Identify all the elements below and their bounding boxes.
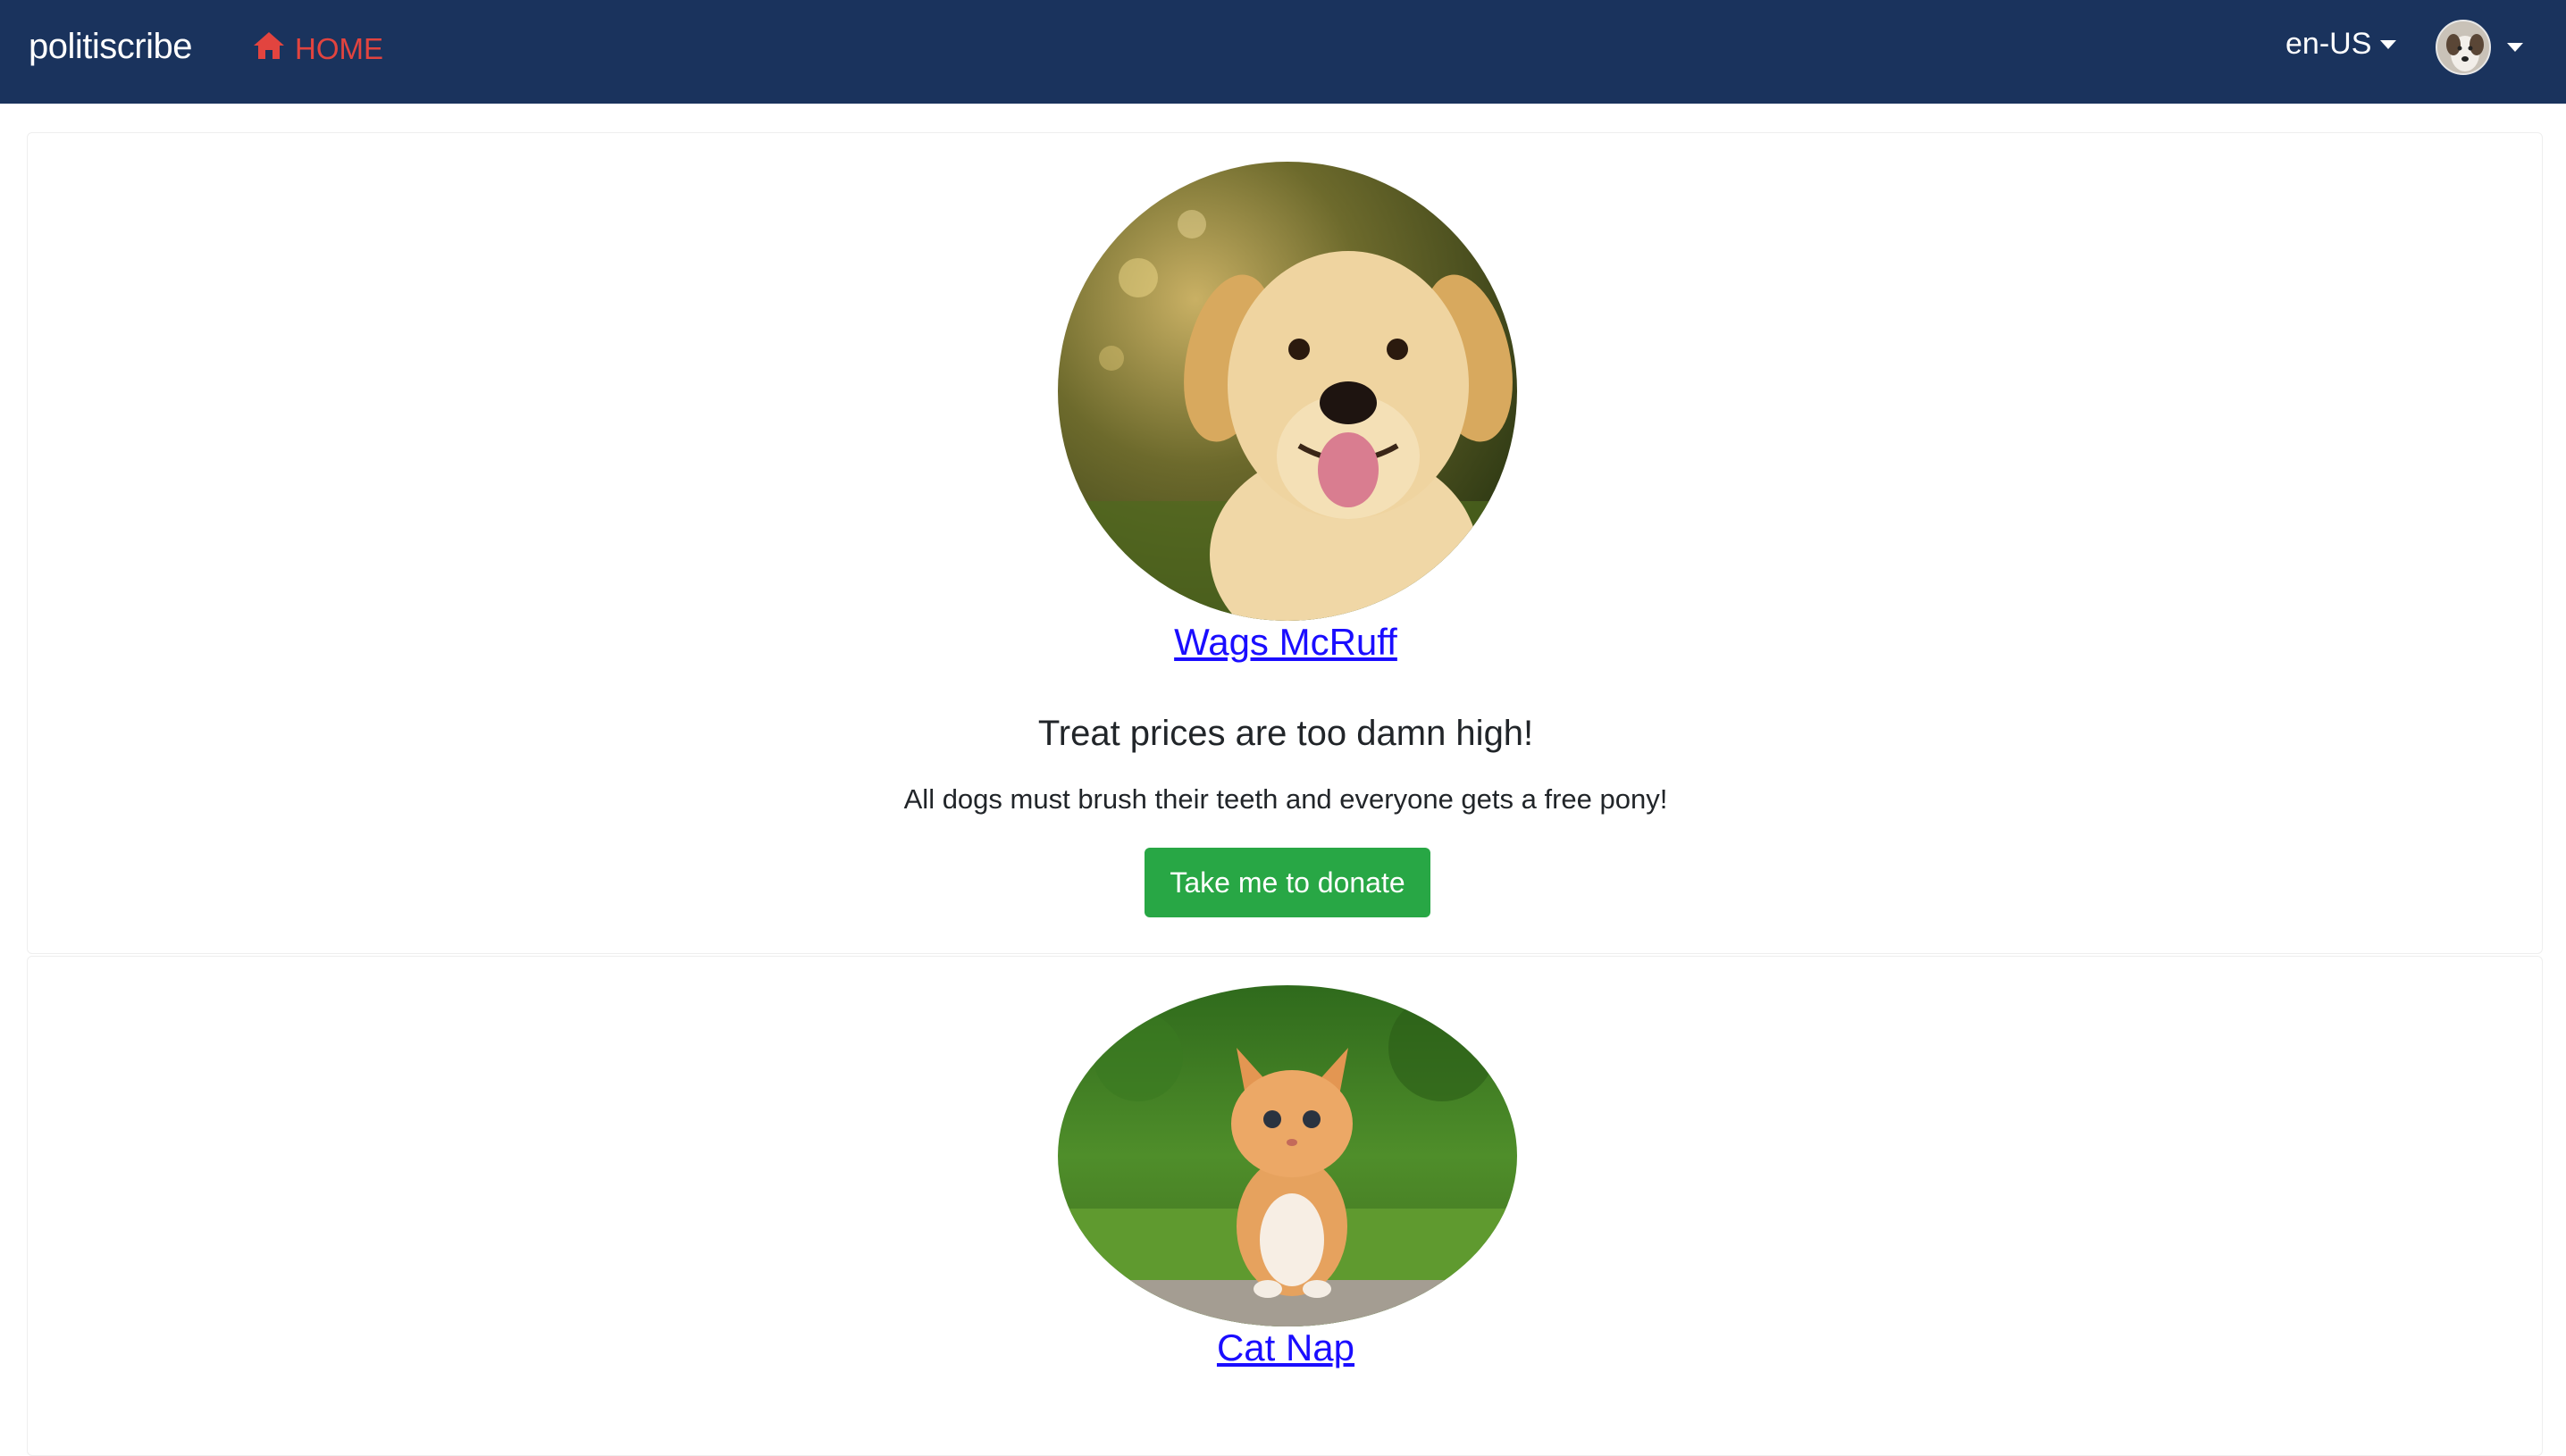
nav-home-label: HOME — [295, 32, 383, 65]
language-dropdown[interactable]: en-US — [2285, 27, 2397, 62]
chevron-down-icon — [2380, 39, 2397, 49]
candidate-photo[interactable] — [1058, 985, 1517, 1326]
nav-home-link[interactable]: HOME — [252, 30, 383, 68]
language-label: en-US — [2285, 27, 2372, 61]
candidate-name-link[interactable]: Cat Nap — [28, 1326, 2544, 1369]
top-navbar: politiscribe HOME en-US — [0, 0, 2566, 104]
donate-button[interactable]: Take me to donate — [1145, 848, 1430, 917]
user-menu-dropdown[interactable] — [2436, 20, 2523, 75]
candidate-card: Wags McRuff Treat prices are too damn hi… — [27, 132, 2543, 954]
candidate-photo[interactable] — [1058, 162, 1517, 621]
brand-logo[interactable]: politiscribe — [29, 27, 192, 67]
home-icon — [252, 30, 286, 68]
candidate-headline: Treat prices are too damn high! — [1037, 714, 1534, 753]
candidate-card: Cat Nap — [27, 956, 2543, 1456]
candidate-name-link[interactable]: Wags McRuff — [28, 621, 2544, 664]
user-avatar — [2436, 20, 2491, 75]
candidate-description: All dogs must brush their teeth and ever… — [903, 783, 1668, 815]
chevron-down-icon — [2507, 43, 2523, 52]
